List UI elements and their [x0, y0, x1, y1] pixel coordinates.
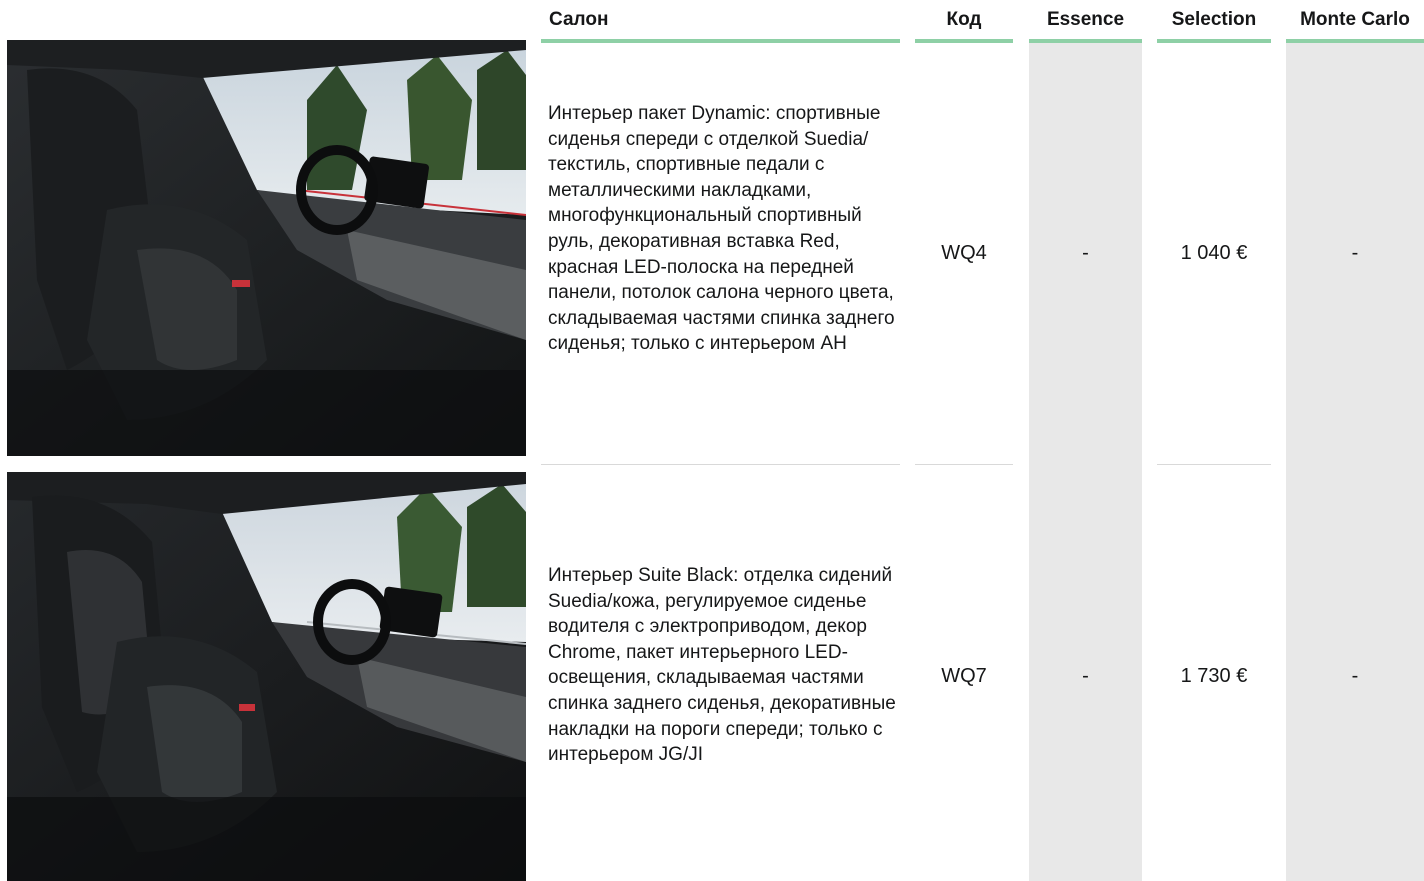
- essence-column-shade: [1029, 43, 1142, 881]
- row-1-description: Интерьер пакет Dynamic: спортивные сиден…: [548, 103, 895, 355]
- row-2-description: Интерьер Suite Black: отделка сидений Su…: [548, 565, 896, 766]
- monte-carlo-column-shade: [1286, 43, 1424, 881]
- row-1-code: WQ4: [941, 241, 987, 264]
- header-code: Код: [915, 0, 1013, 43]
- interior-suite-black-photo: [7, 472, 526, 881]
- row-2-essence: -: [1082, 664, 1089, 687]
- header-monte-carlo: Monte Carlo: [1286, 0, 1424, 43]
- row-1-monte-carlo: -: [1351, 241, 1359, 264]
- row-2-code: WQ7: [941, 664, 987, 687]
- header-selection: Selection: [1157, 0, 1271, 43]
- header-salon: Салон: [541, 0, 900, 43]
- row-2-monte-carlo: -: [1351, 664, 1359, 687]
- row-1-essence: -: [1082, 241, 1089, 264]
- interior-dynamic-photo: [7, 40, 526, 456]
- row-divider: [541, 464, 900, 465]
- row-2-selection-price: 1 730 €: [1180, 664, 1248, 687]
- row-1-selection-price: 1 040 €: [1180, 241, 1248, 264]
- row-divider: [1157, 464, 1271, 465]
- header-essence: Essence: [1029, 0, 1142, 43]
- row-divider: [915, 464, 1013, 465]
